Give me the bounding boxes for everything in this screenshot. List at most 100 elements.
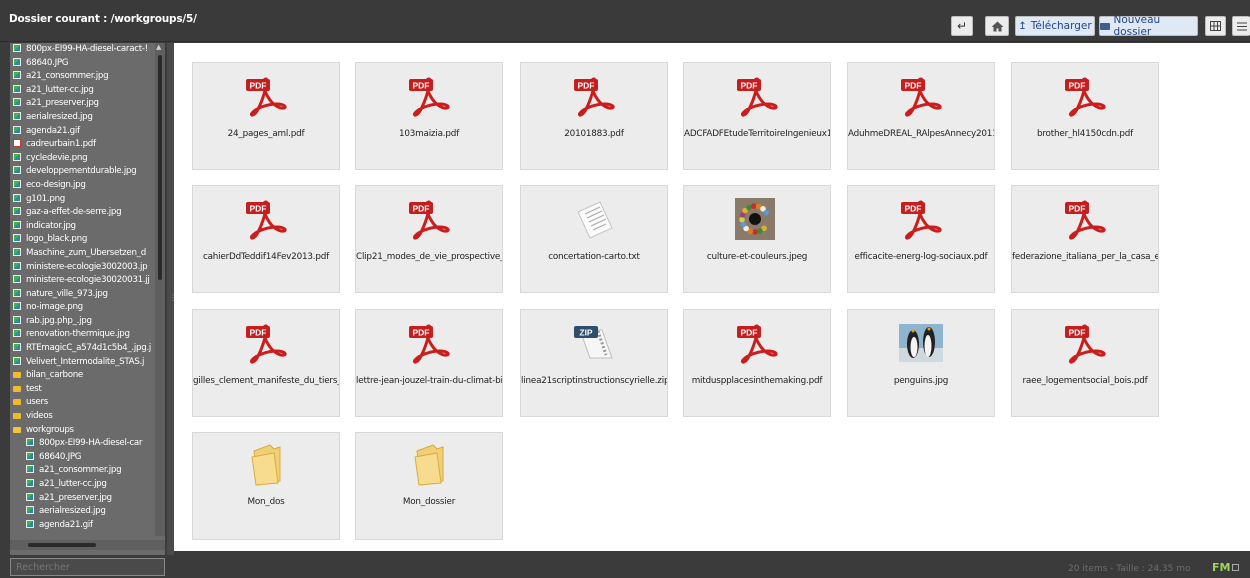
- svg-text:PDF: PDF: [250, 204, 267, 214]
- file-manager-app: Dossier courant : /workgroups/5/ ↵ ↥ Tél…: [0, 0, 1250, 578]
- file-grid-scrollbar[interactable]: [1242, 43, 1250, 551]
- file-tile[interactable]: PDF cahierDdTeddif14Fev2013.pdf: [192, 185, 340, 293]
- file-tile[interactable]: PDF Clip21_modes_de_vie_prospective_2: [355, 185, 503, 293]
- tree-item-label: ministere-ecologie30020031.jj: [26, 275, 150, 286]
- new-folder-button[interactable]: Nouveau dossier: [1099, 14, 1198, 38]
- file-tile[interactable]: PDF 103maizia.pdf: [355, 62, 503, 170]
- tree-item-label: RTEmagicC_a574d1c5b4_.jpg.j: [26, 343, 152, 354]
- tree-item[interactable]: Velivert_Intermodalite_STAS.j: [10, 356, 155, 370]
- tree-item[interactable]: users: [10, 396, 155, 410]
- image-file-icon: [13, 220, 21, 229]
- grid-view-button[interactable]: [1205, 16, 1226, 36]
- tree-vertical-scroll-thumb[interactable]: [158, 55, 162, 280]
- tree-item[interactable]: a21_lutter-cc.jpg: [10, 84, 155, 98]
- pdf-file-icon: PDF: [899, 198, 943, 240]
- tree-item[interactable]: aerialresized.jpg: [10, 111, 155, 125]
- tree-item-label: renovation-thermique.jpg: [26, 329, 130, 340]
- tree-item[interactable]: eco-design.jpg: [10, 179, 155, 193]
- file-name: linea21scriptinstructionscyrielle.zip: [521, 376, 667, 386]
- fullscreen-icon[interactable]: [1232, 564, 1239, 571]
- tree-item[interactable]: ministere-ecologie3002003.jp: [10, 261, 155, 275]
- tree-item[interactable]: logo_black.png: [10, 233, 155, 247]
- app-logo: FM: [1212, 561, 1231, 574]
- file-tile[interactable]: PDF mitduspplacesinthemaking.pdf: [683, 309, 831, 417]
- tree-item-label: 68640.JPG: [26, 57, 69, 68]
- file-tile[interactable]: PDF 24_pages_aml.pdf: [192, 62, 340, 170]
- tree-item[interactable]: RTEmagicC_a574d1c5b4_.jpg.j: [10, 342, 155, 356]
- tree-item[interactable]: 800px-EI99-HA-diesel-caract-!: [10, 43, 155, 57]
- file-tile[interactable]: culture-et-couleurs.jpeg: [683, 185, 831, 293]
- file-name: 20101883.pdf: [564, 129, 624, 139]
- file-tile[interactable]: concertation-carto.txt: [520, 185, 668, 293]
- image-file-icon: [26, 479, 34, 487]
- tree-item-label: indicator.jpg: [26, 220, 76, 231]
- pdf-file-icon: PDF: [407, 322, 451, 364]
- tree-item[interactable]: Maschine_zum_Ubersetzen_d: [10, 247, 155, 261]
- file-tile[interactable]: PDF federazione_italiana_per_la_casa_e: [1011, 185, 1159, 293]
- pdf-file-icon: PDF: [407, 198, 451, 240]
- image-file-icon: [13, 179, 21, 188]
- tree-item[interactable]: a21_lutter-cc.jpg: [10, 478, 155, 492]
- file-tile[interactable]: ZIP linea21scriptinstructionscyrielle.zip: [520, 309, 668, 417]
- tree-item[interactable]: a21_consommer.jpg: [10, 70, 155, 84]
- list-view-button[interactable]: [1232, 16, 1250, 36]
- tree-item[interactable]: ministere-ecologie30020031.jj: [10, 274, 155, 288]
- panel-splitter[interactable]: ⋮: [167, 43, 177, 555]
- file-tile[interactable]: PDF raee_logementsocial_bois.pdf: [1011, 309, 1159, 417]
- download-button[interactable]: ↥ Télécharger: [1015, 16, 1095, 36]
- file-tile[interactable]: PDF ADCFADFEtudeTerritoireIngenieux15: [683, 62, 831, 170]
- tree-item[interactable]: g101.png: [10, 193, 155, 207]
- back-button[interactable]: ↵: [951, 16, 973, 36]
- tree-item[interactable]: a21_preserver.jpg: [10, 97, 155, 111]
- tree-item[interactable]: a21_preserver.jpg: [10, 492, 155, 506]
- tree-item[interactable]: test: [10, 383, 155, 397]
- tree-item[interactable]: rab.jpg.php_.jpg: [10, 315, 155, 329]
- svg-text:PDF: PDF: [741, 81, 758, 91]
- file-tile[interactable]: PDF lettre-jean-jouzel-train-du-climat-bi…: [355, 309, 503, 417]
- image-file-icon: [26, 506, 34, 515]
- file-tile[interactable]: PDF brother_hl4150cdn.pdf: [1011, 62, 1159, 170]
- tree-item[interactable]: 68640.JPG: [10, 57, 155, 71]
- tree-item[interactable]: cadreurbain1.pdf: [10, 138, 155, 152]
- tree-item[interactable]: agenda21.gif: [10, 519, 155, 533]
- tree-item[interactable]: 68640.JPG: [10, 451, 155, 465]
- tree-item[interactable]: gaz-a-effet-de-serre.jpg: [10, 206, 155, 220]
- tree-horizontal-scrollbar[interactable]: [10, 540, 165, 550]
- svg-text:PDF: PDF: [413, 81, 430, 91]
- tree-item[interactable]: nature_ville_973.jpg: [10, 288, 155, 302]
- tree-item[interactable]: agenda21.gif: [10, 125, 155, 139]
- tree-item[interactable]: indicator.jpg: [10, 220, 155, 234]
- tree-item[interactable]: a21_consommer.jpg: [10, 464, 155, 478]
- tree-item-label: 800px-EI99-HA-diesel-caract-!: [26, 44, 148, 54]
- home-button[interactable]: [985, 16, 1009, 36]
- tree-item[interactable]: cycledevie.png: [10, 152, 155, 166]
- folder-tile[interactable]: Mon_dos: [192, 432, 340, 540]
- tree-item-label: agenda21.gif: [39, 519, 93, 530]
- svg-text:PDF: PDF: [741, 328, 758, 338]
- file-tile[interactable]: PDF efficacite-energ-log-sociaux.pdf: [847, 185, 995, 293]
- tree-item[interactable]: renovation-thermique.jpg: [10, 328, 155, 342]
- file-tile[interactable]: penguins.jpg: [847, 309, 995, 417]
- tree-item[interactable]: videos: [10, 410, 155, 424]
- file-tile[interactable]: PDF 20101883.pdf: [520, 62, 668, 170]
- file-tile[interactable]: PDF AduhmeDREAL_RAlpesAnnecy20111: [847, 62, 995, 170]
- image-file-icon: [13, 71, 21, 80]
- tree-item[interactable]: bilan_carbone: [10, 369, 155, 383]
- tree-item[interactable]: 800px-EI99-HA-diesel-car: [10, 437, 155, 451]
- tree-item-label: workgroups: [26, 424, 74, 435]
- search-input[interactable]: [10, 558, 165, 576]
- tree-horizontal-scroll-thumb[interactable]: [28, 543, 96, 547]
- tree-item[interactable]: no-image.png: [10, 301, 155, 315]
- tree-item-label: 68640.JPG: [39, 451, 82, 462]
- tree-item-label: nature_ville_973.jpg: [26, 288, 108, 299]
- scroll-up-icon: ▲: [156, 43, 162, 51]
- tree-vertical-scrollbar[interactable]: ▲: [155, 43, 165, 536]
- folder-tile[interactable]: Mon_dossier: [355, 432, 503, 540]
- tree-item[interactable]: aerialresized.jpg: [10, 505, 155, 519]
- image-file-icon: [13, 315, 21, 324]
- file-tile[interactable]: PDF gilles_clement_manifeste_du_tiers_: [192, 309, 340, 417]
- tree-item[interactable]: developpementdurable.jpg: [10, 165, 155, 179]
- tree-item[interactable]: workgroups: [10, 424, 155, 438]
- pdf-file-icon: PDF: [735, 322, 779, 364]
- image-file-icon: [13, 125, 21, 134]
